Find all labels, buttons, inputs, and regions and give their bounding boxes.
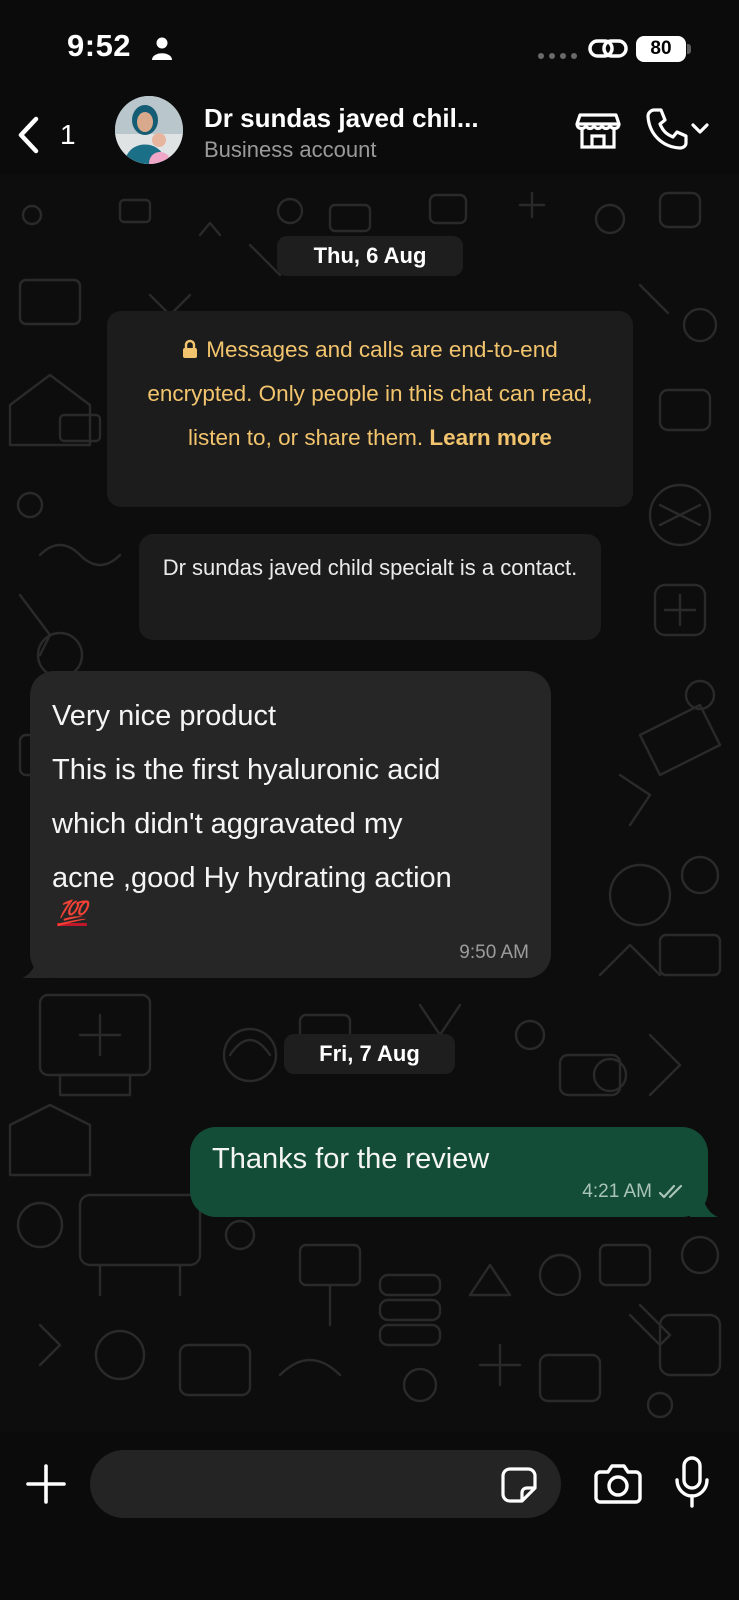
incoming-message-text: Very nice product This is the first hyal…	[52, 689, 529, 905]
message-line: which didn't aggravated my	[52, 808, 403, 840]
person-icon	[152, 37, 172, 60]
message-timestamp: 4:21 AM	[582, 1181, 652, 1202]
chat-area[interactable]: Thu, 6 Aug Messages and calls are end-to…	[0, 175, 739, 1432]
message-timestamp: 9:50 AM	[459, 942, 529, 963]
outgoing-message[interactable]: Thanks for the review 4:21 AM	[190, 1127, 708, 1217]
incoming-message[interactable]: Very nice product This is the first hyal…	[30, 671, 551, 978]
outgoing-message-text: Thanks for the review	[212, 1143, 490, 1175]
message-line: Very nice product	[52, 700, 277, 732]
encryption-notice[interactable]: Messages and calls are end-to-end encryp…	[107, 311, 633, 507]
date-label: Thu, 6 Aug	[313, 243, 427, 268]
avatar-image	[115, 96, 183, 164]
call-button[interactable]	[644, 105, 716, 153]
message-input[interactable]	[112, 1450, 482, 1518]
avatar[interactable]	[115, 96, 183, 164]
signal-dots	[538, 53, 577, 59]
camera-icon[interactable]	[594, 1462, 642, 1504]
status-time: 9:52	[67, 28, 132, 63]
message-meta: 4:21 AM	[582, 1181, 686, 1203]
chevron-down-icon	[691, 123, 709, 134]
battery-indicator: 80	[636, 36, 686, 62]
store-icon[interactable]	[574, 105, 622, 153]
lock-icon	[183, 339, 198, 358]
date-separator: Thu, 6 Aug	[277, 236, 463, 276]
message-line: acne ,good Hy hydrating action	[52, 862, 452, 894]
microphone-icon[interactable]	[674, 1456, 710, 1508]
message-composer	[0, 1432, 739, 1600]
back-button[interactable]: 1	[14, 111, 84, 159]
back-chevron-icon	[18, 116, 39, 154]
sticker-icon[interactable]	[500, 1466, 538, 1504]
date-label: Fri, 7 Aug	[319, 1041, 420, 1066]
battery-cap	[687, 44, 691, 54]
message-input-container[interactable]	[90, 1450, 561, 1518]
contact-notice-text: Dr sundas javed child specialt is a cont…	[162, 555, 578, 580]
learn-more-link[interactable]: Learn more	[429, 425, 552, 450]
contact-name[interactable]: Dr sundas javed chil...	[204, 103, 479, 134]
double-check-icon	[658, 1184, 683, 1199]
date-separator: Fri, 7 Aug	[284, 1034, 455, 1074]
link-icon	[588, 39, 628, 58]
phone-icon	[646, 108, 688, 150]
business-account-label: Business account	[204, 137, 377, 162]
unread-count: 1	[60, 119, 76, 150]
chat-header: 1 Dr sundas javed chil... Business accou…	[0, 95, 739, 175]
status-bar: 9:52 80	[0, 0, 739, 95]
message-line: This is the first hyaluronic acid	[52, 754, 441, 786]
plus-icon[interactable]	[24, 1462, 68, 1506]
contact-notice: Dr sundas javed child specialt is a cont…	[139, 534, 601, 640]
hundred-points-emoji: 💯	[57, 900, 87, 927]
